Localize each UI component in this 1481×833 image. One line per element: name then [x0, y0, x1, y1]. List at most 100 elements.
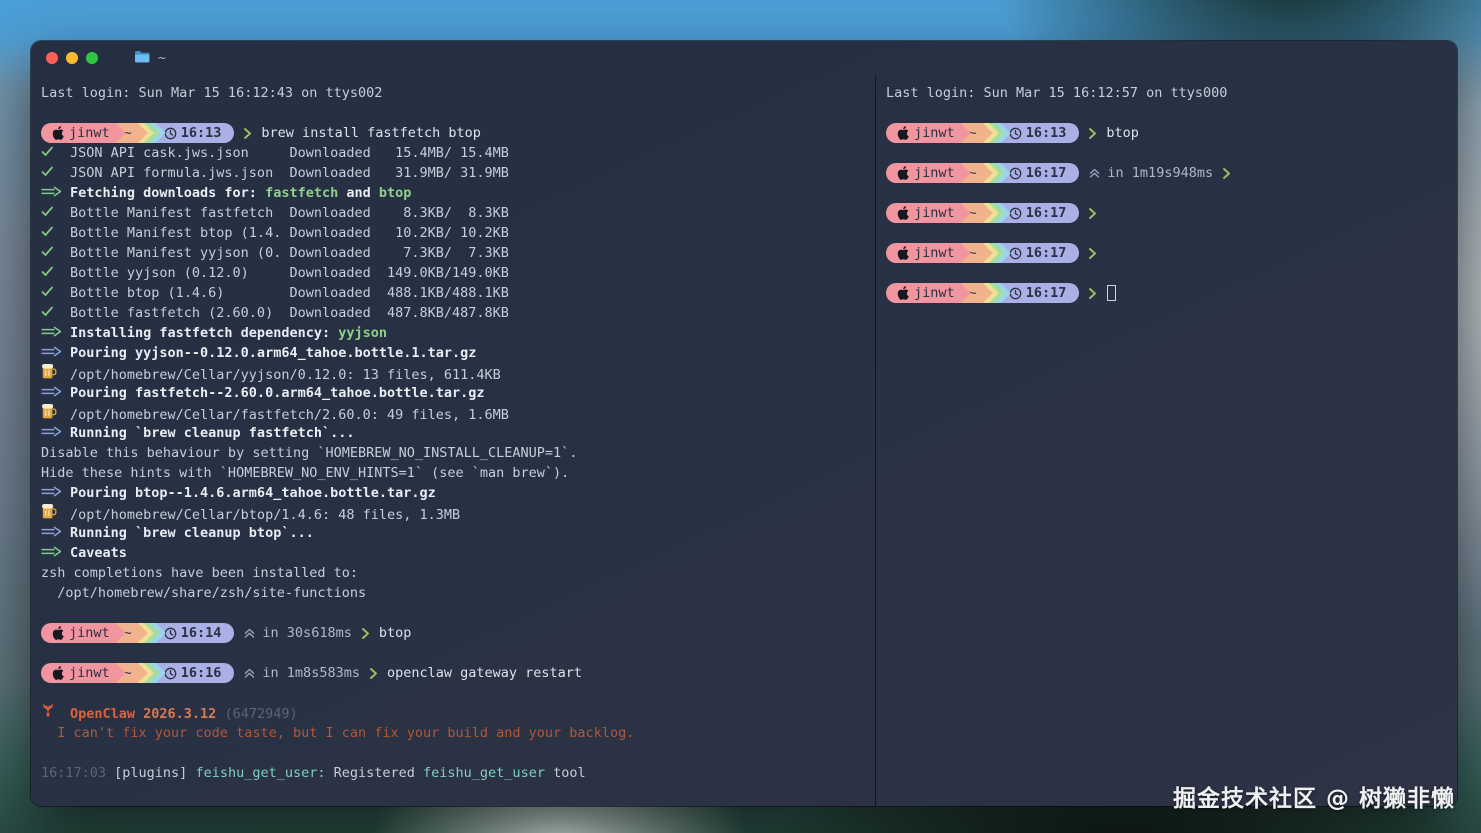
prompt-arrow-icon	[369, 667, 378, 680]
duration-indicator: in 30s618ms	[243, 623, 352, 643]
arrow-green-icon	[41, 326, 70, 337]
prompt-time-segment: 16:17	[1000, 203, 1080, 223]
terminal-line: /opt/homebrew/Cellar/yyjson/0.12.0: 13 f…	[41, 363, 875, 383]
prompt-user-segment: jinwt	[41, 623, 126, 643]
terminal-line: Bottle yyjson (0.12.0) Downloaded 149.0K…	[41, 263, 875, 283]
prompt-line: jinwt ~16:13 brew install fastfetch btop	[41, 123, 875, 143]
beer-icon	[41, 503, 70, 519]
terminal-line: Fetching downloads for: fastfetch and bt…	[41, 183, 875, 203]
terminal-line: Running `brew cleanup fastfetch`...	[41, 423, 875, 443]
arrow-blue-icon	[41, 346, 70, 357]
terminal-line: /opt/homebrew/Cellar/btop/1.4.6: 48 file…	[41, 503, 875, 523]
prompt-pill: jinwt ~16:17	[886, 283, 1080, 303]
terminal-line: /opt/homebrew/Cellar/fastfetch/2.60.0: 4…	[41, 403, 875, 423]
prompt-arrow-icon	[243, 127, 252, 140]
terminal-line: Bottle Manifest btop (1.4. Downloaded 10…	[41, 223, 875, 243]
terminal-line: Hide these hints with `HOMEBREW_NO_ENV_H…	[41, 465, 570, 481]
prompt-pill: jinwt ~16:16	[41, 663, 235, 683]
duration-indicator: in 1m8s583ms	[243, 663, 360, 683]
close-button[interactable]	[46, 52, 58, 64]
prompt-pill: jinwt ~16:17	[886, 163, 1080, 183]
terminal-line: Last login: Sun Mar 15 16:12:43 on ttys0…	[41, 85, 383, 101]
prompt-line: jinwt ~16:17	[886, 203, 1457, 223]
prompt-user-segment: jinwt	[886, 243, 971, 263]
prompt-time-segment: 16:14	[155, 623, 235, 643]
terminal-line: Running `brew cleanup btop`...	[41, 523, 875, 543]
prompt-arrow-icon	[1088, 207, 1097, 220]
prompt-time-segment: 16:17	[1000, 243, 1080, 263]
terminal-line: Installing fastfetch dependency: yyjson	[41, 323, 875, 343]
terminal-line: Bottle Manifest fastfetch Downloaded 8.3…	[41, 203, 875, 223]
terminal-line: Pouring fastfetch--2.60.0.arm64_tahoe.bo…	[41, 383, 875, 403]
minimize-button[interactable]	[66, 52, 78, 64]
apple-icon	[897, 286, 909, 300]
folder-icon	[134, 49, 151, 68]
apple-icon	[897, 126, 909, 140]
terminal-line: JSON API cask.jws.json Downloaded 15.4MB…	[41, 143, 875, 163]
lobster-icon	[41, 703, 70, 718]
apple-icon	[52, 626, 64, 640]
beer-icon	[41, 403, 70, 419]
check-icon	[41, 266, 70, 277]
prompt-pill: jinwt ~16:13	[886, 123, 1080, 143]
prompt-user-segment: jinwt	[886, 283, 971, 303]
terminal-line: /opt/homebrew/share/zsh/site-functions	[41, 585, 367, 601]
prompt-pill: jinwt ~16:17	[886, 243, 1080, 263]
prompt-time-segment: 16:16	[155, 663, 235, 683]
prompt-time-segment: 16:13	[1000, 123, 1080, 143]
maximize-button[interactable]	[86, 52, 98, 64]
chevrons-up-icon	[243, 627, 256, 639]
prompt-user-segment: jinwt	[886, 123, 971, 143]
apple-icon	[897, 246, 909, 260]
watermark: 掘金技术社区 @ 树獭非懒	[1172, 786, 1455, 812]
beer-icon	[41, 363, 70, 379]
terminal-line: Pouring yyjson--0.12.0.arm64_tahoe.bottl…	[41, 343, 875, 363]
terminal-line: Bottle Manifest yyjson (0. Downloaded 7.…	[41, 243, 875, 263]
check-icon	[41, 286, 70, 297]
text-cursor	[1107, 285, 1117, 301]
prompt-arrow-icon	[1088, 247, 1097, 260]
prompt-time-segment: 16:13	[155, 123, 235, 143]
prompt-line: jinwt ~16:13 btop	[886, 123, 1457, 143]
prompt-line: jinwt ~16:17	[886, 283, 1457, 303]
prompt-line: jinwt ~16:16 in 1m8s583ms openclaw gateway …	[41, 663, 875, 683]
apple-icon	[897, 166, 909, 180]
terminal-window: ~ Last login: Sun Mar 15 16:12:43 on tty…	[31, 41, 1457, 806]
prompt-line: jinwt ~16:17 in 1m19s948ms	[886, 163, 1457, 183]
terminal-pane-left[interactable]: Last login: Sun Mar 15 16:12:43 on ttys0…	[31, 75, 875, 806]
terminal-line: Pouring btop--1.4.6.arm64_tahoe.bottle.t…	[41, 483, 875, 503]
terminal-line: 16:17:03 [plugins] feishu_get_user: Regi…	[41, 765, 586, 781]
terminal-line: Last login: Sun Mar 15 16:12:57 on ttys0…	[886, 85, 1228, 101]
prompt-time-segment: 16:17	[1000, 283, 1080, 303]
prompt-pill: jinwt ~16:14	[41, 623, 235, 643]
arrow-blue-icon	[41, 386, 70, 397]
apple-icon	[897, 206, 909, 220]
window-title: ~	[158, 50, 166, 66]
prompt-time-segment: 16:17	[1000, 163, 1080, 183]
prompt-user-segment: jinwt	[886, 203, 971, 223]
terminal-pane-right[interactable]: Last login: Sun Mar 15 16:12:57 on ttys0…	[876, 75, 1457, 806]
terminal-line: zsh completions have been installed to:	[41, 565, 358, 581]
terminal-line: JSON API formula.jws.json Downloaded 31.…	[41, 163, 875, 183]
prompt-arrow-icon	[1088, 127, 1097, 140]
titlebar[interactable]: ~	[31, 41, 1457, 75]
apple-icon	[52, 666, 64, 680]
prompt-user-segment: jinwt	[41, 663, 126, 683]
prompt-arrow-icon	[1222, 167, 1231, 180]
check-icon	[41, 146, 70, 157]
duration-indicator: in 1m19s948ms	[1088, 163, 1213, 183]
prompt-pill: jinwt ~16:13	[41, 123, 235, 143]
prompt-user-segment: jinwt	[886, 163, 971, 183]
arrow-green-icon	[41, 546, 70, 557]
check-icon	[41, 246, 70, 257]
terminal-line: Disable this behaviour by setting `HOMEB…	[41, 445, 578, 461]
terminal-line: Caveats	[41, 543, 875, 563]
prompt-pill: jinwt ~16:17	[886, 203, 1080, 223]
arrow-blue-icon	[41, 526, 70, 537]
